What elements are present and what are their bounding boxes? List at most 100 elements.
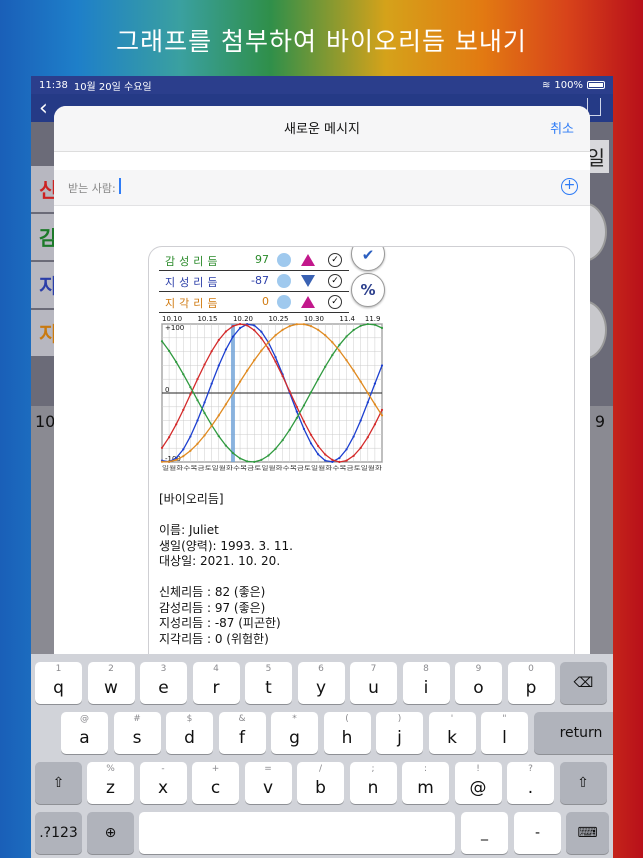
key-k[interactable]: ' k: [428, 712, 476, 754]
key-o[interactable]: 9o: [455, 662, 502, 704]
recipient-field[interactable]: 받는 사람: +: [54, 170, 590, 206]
battery-percent: 100%: [554, 79, 583, 91]
series-point: [302, 404, 306, 407]
shift-right-key-icon[interactable]: ⇧: [559, 762, 607, 804]
keyboard: 1 q 2 w 3 e 4 r 5 t 6 y 7 u 8 i 9 o 0 p ⌫ @ a # s $ d & f * g(h) j ' k " l r…: [31, 654, 613, 858]
key-label: z: [106, 778, 115, 798]
key-g[interactable]: * g: [271, 712, 318, 754]
key-j[interactable]: ) j: [376, 712, 423, 754]
key-t[interactable]: 5t: [245, 662, 292, 704]
series-point: [253, 329, 256, 332]
key-n[interactable]: ; n: [349, 762, 397, 804]
series-point: [260, 349, 263, 352]
check-circle-icon: ✓: [328, 274, 342, 288]
key-b[interactable]: / b: [297, 762, 344, 804]
plus-circle-icon[interactable]: +: [561, 178, 578, 195]
backspace-key-icon[interactable]: ⌫: [560, 662, 607, 704]
space-key[interactable]: [139, 812, 455, 854]
series-point: [331, 354, 334, 357]
key-h[interactable]: (h: [323, 712, 371, 754]
x-tick-label: 11.9: [365, 315, 381, 323]
key-v[interactable]: = v: [244, 762, 292, 804]
message-body[interactable]: 감성리듬 97 ✓ 지성리듬 -87 ✓ 지각리듬 0 ✓ ✔ % 10.10 10.15 10.2…: [148, 246, 575, 666]
series-point: [224, 330, 227, 333]
face-icon: [277, 253, 291, 267]
key-label: _: [481, 825, 488, 841]
key-label: ⇧: [52, 775, 65, 791]
series-point: [167, 460, 171, 463]
key-d[interactable]: $ d: [166, 712, 213, 754]
series-point: [338, 460, 341, 464]
dash-key[interactable]: -: [514, 812, 561, 854]
battery-icon: [587, 81, 605, 89]
key-alt-label: %: [106, 764, 115, 774]
key-at[interactable]: ! @: [454, 762, 502, 804]
series-point: [189, 385, 192, 389]
return-key[interactable]: return: [533, 712, 613, 754]
key-u[interactable]: 7u: [350, 662, 397, 704]
biorhythm-chart: 10.10 10.15 10.20 10.25 10.30 11.4 11.9 +100 0 -1…: [159, 312, 385, 472]
key-x[interactable]: -x: [139, 762, 187, 804]
series-point: [317, 444, 320, 448]
series-point: [224, 348, 227, 351]
key-alt-label: #: [133, 714, 141, 724]
series-point: [203, 411, 206, 415]
key-alt-label: ): [397, 714, 402, 724]
day-labels: 일월화수목금토일월화수목금토일월화수목금토일월화수목금토일월화: [162, 464, 382, 472]
back-chevron-icon[interactable]: ‹: [39, 96, 48, 121]
series-point: [238, 380, 242, 383]
key-e[interactable]: 3e: [140, 662, 187, 704]
series-point: [345, 359, 348, 362]
key-c[interactable]: + c: [192, 762, 239, 804]
key-m[interactable]: :m: [402, 762, 449, 804]
series-point: [203, 363, 206, 366]
rhythm-row: 지각리듬 0 ✓: [159, 292, 349, 313]
biorhythm-chart-svg: 10.10 10.15 10.20 10.25 10.30 11.4 11.9+1000-1…: [160, 315, 384, 472]
series-point: [309, 433, 313, 436]
key-s[interactable]: # s: [113, 712, 161, 754]
series-point: [238, 322, 242, 326]
key-y[interactable]: 6y: [297, 662, 345, 704]
keyboard-dismiss-key-icon[interactable]: ⌨: [566, 812, 609, 854]
key-p[interactable]: 0p: [507, 662, 555, 704]
series-point: [324, 365, 327, 368]
shift-left-key-icon[interactable]: ⇧: [35, 762, 82, 804]
check-circle-icon: ✓: [328, 295, 342, 309]
series-point: [238, 457, 242, 460]
key-label: y: [315, 678, 327, 698]
attached-image[interactable]: 감성리듬 97 ✓ 지성리듬 -87 ✓ 지각리듬 0 ✓ ✔ % 10.10 10.15 10.2…: [159, 247, 385, 475]
series-point: [317, 453, 320, 456]
key-r[interactable]: 4r: [192, 662, 240, 704]
underscore-key[interactable]: _: [461, 812, 508, 854]
series-point: [366, 436, 369, 439]
key-z[interactable]: % z: [87, 762, 134, 804]
series-point: [345, 335, 348, 338]
key-label: return: [559, 725, 603, 741]
series-point: [295, 405, 298, 408]
series-point: [331, 460, 334, 463]
key-w[interactable]: 2w: [87, 662, 135, 704]
series-point: [267, 341, 270, 344]
key-period[interactable]: ?.: [507, 762, 554, 804]
key-l[interactable]: " l: [481, 712, 528, 754]
key-a[interactable]: @ a: [61, 712, 108, 754]
series-point: [238, 326, 242, 330]
key-i[interactable]: 8i: [402, 662, 450, 704]
series-point: [352, 435, 355, 438]
message-text: [바이오리듬] 이름: Juliet 생일(양력): 1993. 3. 11. …: [159, 492, 293, 666]
key-label: @: [469, 778, 487, 798]
series-point: [210, 382, 213, 385]
recipient-label: 받는 사람:: [68, 182, 116, 195]
series-point: [380, 414, 384, 417]
key-label: w: [104, 678, 118, 698]
key-q[interactable]: 1q: [35, 662, 82, 704]
x-tick-label: 10.25: [268, 315, 288, 323]
numbers-key[interactable]: .?123: [35, 812, 82, 854]
key-alt-label: *: [292, 714, 297, 724]
key-f[interactable]: & f: [218, 712, 266, 754]
series-point: [175, 423, 178, 426]
series-point: [324, 459, 327, 462]
globe-key-icon[interactable]: ⊕: [87, 812, 134, 854]
cancel-button[interactable]: 취소: [550, 118, 574, 137]
series-point: [345, 448, 348, 451]
